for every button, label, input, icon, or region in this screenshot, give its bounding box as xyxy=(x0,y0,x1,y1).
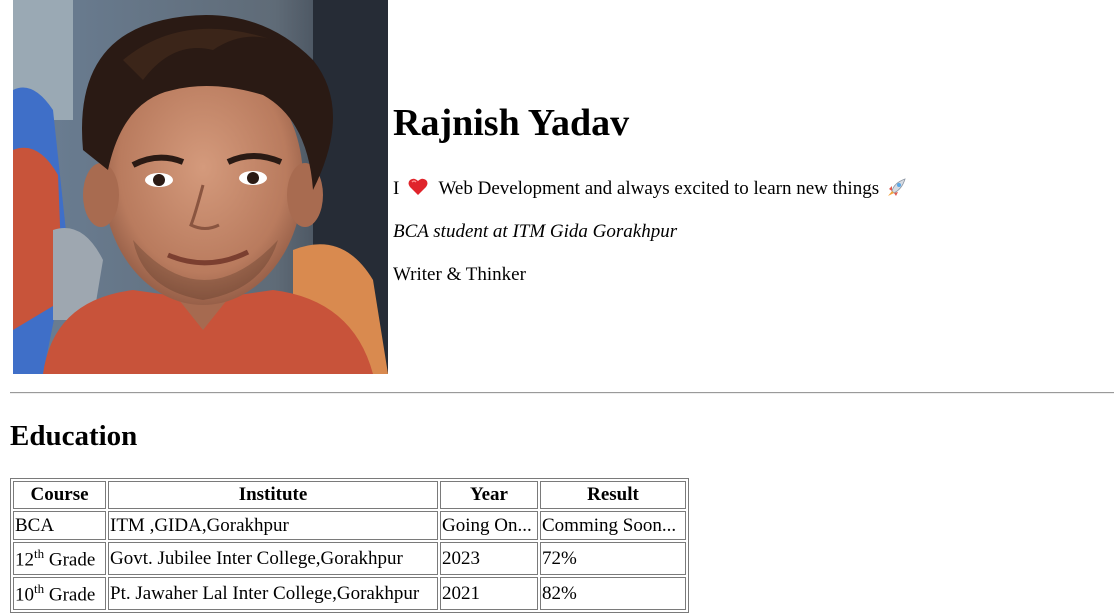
course-suffix: Grade xyxy=(44,549,96,571)
course-sup: th xyxy=(34,580,45,596)
course-suffix: Grade xyxy=(44,584,96,606)
education-title: Education xyxy=(10,420,138,452)
cell-course: 10th Grade xyxy=(13,577,106,610)
page: Rajnish Yadav I Web Development and alwa… xyxy=(0,0,1114,615)
table-row: 10th Grade Pt. Jawaher Lal Inter College… xyxy=(13,577,686,610)
role: Writer & Thinker xyxy=(393,264,526,285)
heart-icon xyxy=(408,178,428,195)
tagline: I Web Development and always excited to … xyxy=(393,177,908,201)
cell-result: 82% xyxy=(540,577,686,610)
tagline-prefix: I xyxy=(393,178,400,199)
education-table: Course Institute Year Result BCA ITM ,GI… xyxy=(10,478,689,613)
section-divider xyxy=(10,392,1114,394)
cell-result: Comming Soon... xyxy=(540,511,686,540)
table-row: 12th Grade Govt. Jubilee Inter College,G… xyxy=(13,542,686,575)
course-text: BCA xyxy=(15,514,55,536)
cell-course: BCA xyxy=(13,511,106,540)
header-year: Year xyxy=(440,481,538,509)
course-text: 12 xyxy=(15,549,34,571)
cell-result: 72% xyxy=(540,542,686,575)
profile-photo xyxy=(13,0,388,374)
cell-institute: Govt. Jubilee Inter College,Gorakhpur xyxy=(108,542,438,575)
table-row: BCA ITM ,GIDA,Gorakhpur Going On... Comm… xyxy=(13,511,686,540)
profile-name: Rajnish Yadav xyxy=(393,102,630,144)
table-header-row: Course Institute Year Result xyxy=(13,481,686,509)
header-result: Result xyxy=(540,481,686,509)
cell-year: 2021 xyxy=(440,577,538,610)
header-course: Course xyxy=(13,481,106,509)
cell-institute: Pt. Jawaher Lal Inter College,Gorakhpur xyxy=(108,577,438,610)
tagline-text: Web Development and always excited to le… xyxy=(438,178,880,199)
cell-year: 2023 xyxy=(440,542,538,575)
course-sup: th xyxy=(34,545,45,561)
profile-section: Rajnish Yadav I Web Development and alwa… xyxy=(0,0,1114,378)
intro: Rajnish Yadav I Web Development and alwa… xyxy=(393,96,1093,285)
cell-year: Going On... xyxy=(440,511,538,540)
cell-course: 12th Grade xyxy=(13,542,106,575)
course-text: 10 xyxy=(15,584,34,606)
profile-photo-illustration xyxy=(13,0,388,374)
rocket-icon xyxy=(887,178,906,196)
header-institute: Institute xyxy=(108,481,438,509)
cell-institute: ITM ,GIDA,Gorakhpur xyxy=(108,511,438,540)
subtitle: BCA student at ITM Gida Gorakhpur xyxy=(393,221,678,242)
